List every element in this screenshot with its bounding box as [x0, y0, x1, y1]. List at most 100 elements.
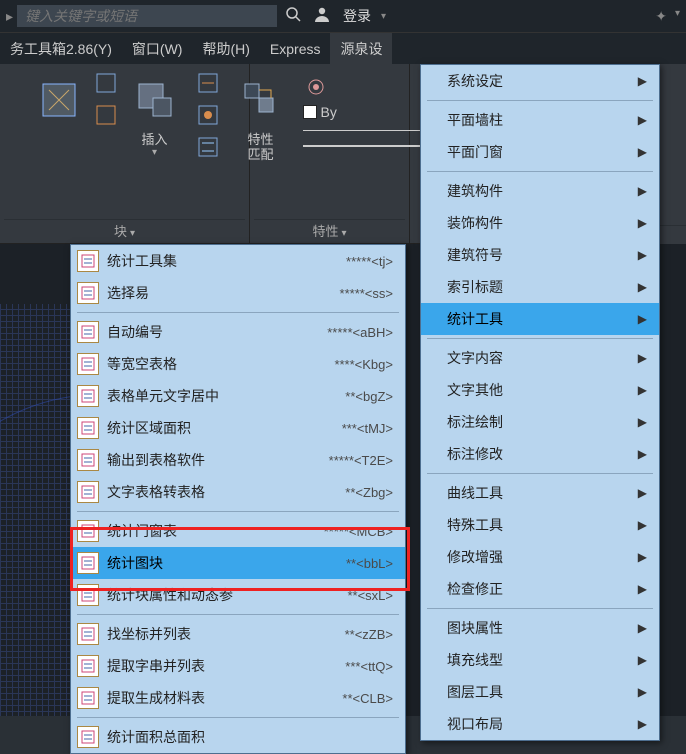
edit-inplace-icon[interactable] [195, 102, 221, 128]
layer-picker[interactable]: By [303, 104, 337, 120]
chevron-right-icon: ▶ [638, 621, 647, 635]
block-preview-icon[interactable] [35, 76, 83, 124]
menu-item[interactable]: 曲线工具▶ [421, 477, 659, 509]
submenu-item[interactable]: 提取生成材料表**<CLB> [71, 682, 405, 714]
menu-item[interactable]: 装饰构件▶ [421, 207, 659, 239]
menu-item-label: 标注绘制 [447, 412, 503, 432]
menu-item[interactable]: 平面墙柱▶ [421, 104, 659, 136]
color-picker[interactable] [303, 74, 329, 100]
submenu-item[interactable]: 选择易*****<ss> [71, 277, 405, 309]
search-input[interactable] [17, 5, 277, 27]
menu-item-label: 系统设定 [447, 71, 503, 91]
command-icon [77, 449, 99, 471]
submenu-item[interactable]: 统计块属性和动态参**<sxL> [71, 579, 405, 611]
lineweight-picker[interactable] [303, 140, 423, 152]
insert-icon[interactable] [131, 76, 179, 124]
tool-icon-a[interactable] [93, 70, 119, 96]
submenu-code: ***<ttQ> [345, 659, 393, 674]
menu-toolbox[interactable]: 务工具箱2.86(Y) [0, 33, 122, 65]
command-icon [77, 417, 99, 439]
menu-item[interactable]: 填充线型▶ [421, 644, 659, 676]
menu-item[interactable]: 视口布局▶ [421, 708, 659, 740]
menu-item[interactable]: 修改增强▶ [421, 541, 659, 573]
menu-express[interactable]: Express [260, 33, 331, 65]
linetype-picker[interactable] [303, 124, 423, 136]
menu-item[interactable]: 图层工具▶ [421, 676, 659, 708]
menu-item[interactable]: 检查修正▶ [421, 573, 659, 605]
insert-arrow-icon[interactable]: ▾ [152, 147, 157, 158]
menu-window[interactable]: 窗口(W) [122, 33, 193, 65]
chevron-right-icon: ▶ [638, 145, 647, 159]
submenu-item[interactable]: 统计图块**<bbL> [71, 547, 405, 579]
command-icon [77, 250, 99, 272]
menu-item[interactable]: 系统设定▶ [421, 65, 659, 97]
menu-item[interactable]: 图块属性▶ [421, 612, 659, 644]
search-icon[interactable] [281, 6, 305, 27]
menu-item-label: 平面墙柱 [447, 110, 503, 130]
menu-item[interactable]: 标注修改▶ [421, 438, 659, 470]
share-icon[interactable]: ✦ [655, 8, 667, 25]
chevron-right-icon: ▶ [638, 486, 647, 500]
submenu-code: *****<ss> [340, 286, 393, 301]
submenu-item[interactable]: 提取字串并列表***<ttQ> [71, 650, 405, 682]
submenu-item[interactable]: 输出到表格软件*****<T2E> [71, 444, 405, 476]
menu-item-label: 填充线型 [447, 650, 503, 670]
menu-item[interactable]: 特殊工具▶ [421, 509, 659, 541]
submenu-item[interactable]: 找坐标并列表**<zZB> [71, 618, 405, 650]
chevron-right-icon: ▶ [638, 518, 647, 532]
menu-item-label: 平面门窗 [447, 142, 503, 162]
submenu-label: 统计图块 [107, 553, 346, 573]
dropdown-icon[interactable]: ▾ [381, 11, 386, 22]
menu-item[interactable]: 标注绘制▶ [421, 406, 659, 438]
submenu-item[interactable]: 自动编号*****<aBH> [71, 316, 405, 348]
submenu-item[interactable]: 表格单元文字居中**<bgZ> [71, 380, 405, 412]
edit-attr-icon[interactable] [195, 134, 221, 160]
menu-item[interactable]: 文字内容▶ [421, 342, 659, 374]
submenu-label: 统计块属性和动态参 [107, 585, 347, 605]
menu-item[interactable]: 索引标题 ▶ [421, 271, 659, 303]
drop-icon[interactable]: ▾ [675, 8, 680, 25]
menu-item[interactable]: 建筑符号▶ [421, 239, 659, 271]
menu-item-label: 索引标题 [447, 277, 503, 297]
submenu-item[interactable]: 等宽空表格****<Kbg> [71, 348, 405, 380]
menu-yuanquan[interactable]: 源泉设 [330, 33, 392, 65]
menu-item[interactable]: 建筑构件▶ [421, 175, 659, 207]
submenu-label: 等宽空表格 [107, 354, 334, 374]
panel-title-block[interactable]: 块▾ [4, 219, 245, 243]
menu-item[interactable]: 文字其他▶ [421, 374, 659, 406]
matchprop-icon[interactable] [237, 76, 285, 124]
submenu-item[interactable]: 统计门窗表*****<MCB> [71, 515, 405, 547]
chevron-right-icon: ▶ [638, 280, 647, 294]
menu-item-label: 建筑符号 [447, 245, 503, 265]
submenu-item[interactable]: 统计区域面积***<tMJ> [71, 412, 405, 444]
submenu-code: *****<MCB> [324, 524, 393, 539]
chevron-right-icon: ▶ [638, 351, 647, 365]
command-icon [77, 385, 99, 407]
user-icon[interactable] [309, 5, 335, 28]
login-button[interactable]: 登录 [339, 6, 375, 26]
submenu-code: *****<T2E> [329, 453, 393, 468]
submenu-item[interactable]: 统计面积总面积 [71, 721, 405, 753]
submenu-item[interactable]: 文字表格转表格**<Zbg> [71, 476, 405, 508]
caret-icon[interactable]: ▸ [6, 8, 13, 25]
edit-block-icon[interactable] [195, 70, 221, 96]
menu-item[interactable]: 平面门窗 ▶ [421, 136, 659, 168]
menu-item-label: 建筑构件 [447, 181, 503, 201]
tool-icon-b[interactable] [93, 102, 119, 128]
submenu-label: 自动编号 [107, 322, 327, 342]
panel-title-properties[interactable]: 特性▾ [254, 219, 405, 243]
command-icon [77, 353, 99, 375]
submenu-item[interactable]: 统计工具集*****<tj> [71, 245, 405, 277]
menu-help[interactable]: 帮助(H) [192, 33, 259, 65]
command-icon [77, 623, 99, 645]
menu-item[interactable]: 统计工具▶ [421, 303, 659, 335]
submenu-code: *****<tj> [346, 254, 393, 269]
chevron-right-icon: ▶ [638, 447, 647, 461]
submenu-code: **<bgZ> [345, 389, 393, 404]
dropdown-mainmenu: 系统设定▶平面墙柱▶平面门窗▶建筑构件▶装饰构件▶建筑符号▶索引标题▶统计工具▶… [420, 64, 660, 741]
submenu-label: 找坐标并列表 [107, 624, 345, 644]
command-icon [77, 520, 99, 542]
ribbon-panel-properties: 特性 匹配 By 特性▾ [250, 64, 410, 243]
chevron-right-icon: ▶ [638, 717, 647, 731]
swatch-icon [303, 105, 317, 119]
